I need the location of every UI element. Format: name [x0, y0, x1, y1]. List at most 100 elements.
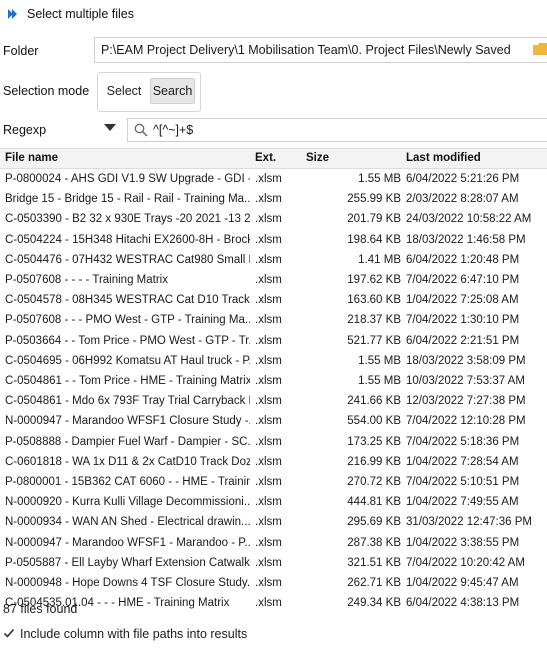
- file-name-cell: P-0508888 - Dampier Fuel Warf - Dampier …: [5, 435, 250, 448]
- table-row[interactable]: P-0508888 - Dampier Fuel Warf - Dampier …: [0, 433, 547, 453]
- size-cell: 444.81 KB: [347, 496, 401, 509]
- folder-path[interactable]: P:\EAM Project Delivery\1 Mobilisation T…: [101, 43, 511, 57]
- last-modified-cell: 1/04/2022 9:45:47 AM: [406, 577, 519, 589]
- table-header: File name Ext. Size Last modified: [0, 148, 547, 169]
- last-modified-cell: 6/04/2022 4:38:13 PM: [406, 597, 520, 610]
- ext-cell: .xlsm: [255, 476, 282, 488]
- last-modified-cell: 1/04/2022 7:25:08 AM: [406, 294, 519, 307]
- folder-field[interactable]: P:\EAM Project Delivery\1 Mobilisation T…: [94, 37, 547, 63]
- ext-cell: .xlsm: [255, 496, 282, 509]
- table-row[interactable]: P-0507608 - - - PMO West - GTP - Trainin…: [0, 311, 547, 331]
- size-cell: 1.55 MB: [358, 173, 401, 185]
- ext-cell: .xlsm: [255, 415, 282, 428]
- ext-cell: .xlsm: [255, 314, 282, 327]
- column-header-size[interactable]: Size: [306, 152, 329, 164]
- ext-cell: .xlsm: [255, 516, 282, 529]
- last-modified-cell: 1/04/2022 3:38:55 PM: [406, 536, 520, 549]
- selection-mode-label: Selection mode: [3, 84, 90, 98]
- include-paths-label[interactable]: Include column with file paths into resu…: [20, 627, 247, 641]
- size-cell: 287.38 KB: [347, 536, 401, 549]
- table-row[interactable]: P-0505887 - Ell Layby Wharf Extension Ca…: [0, 554, 547, 574]
- ext-cell: .xlsm: [255, 435, 282, 448]
- size-cell: 216.99 KB: [347, 455, 401, 468]
- folder-icon[interactable]: [533, 43, 547, 55]
- ext-cell: .xlsm: [255, 274, 282, 286]
- window-title: Select multiple files: [27, 7, 134, 21]
- size-cell: 249.34 KB: [347, 597, 401, 610]
- table-row[interactable]: N-0000934 - WAN AN Shed - Electrical dra…: [0, 513, 547, 533]
- table-row[interactable]: C-0504578 - 08H345 WESTRAC Cat D10 Track…: [0, 291, 547, 311]
- table-row[interactable]: C-0504224 - 15H348 Hitachi EX2600-8H - B…: [0, 231, 547, 251]
- regexp-value[interactable]: ^[^~]+$: [153, 123, 193, 137]
- file-name-cell: N-0000920 - Kurra Kulli Village Decommis…: [5, 496, 250, 509]
- last-modified-cell: 7/04/2022 6:47:10 PM: [406, 274, 520, 286]
- size-cell: 1.55 MB: [358, 354, 401, 367]
- table-row[interactable]: C-0504861 - Mdo 6x 793F Tray Trial Carry…: [0, 392, 547, 412]
- last-modified-cell: 7/04/2022 12:10:28 PM: [406, 415, 526, 428]
- column-header-ext[interactable]: Ext.: [255, 152, 276, 164]
- file-name-cell: C-0504695 - 06H992 Komatsu AT Haul truck…: [5, 354, 250, 367]
- ext-cell: .xlsm: [255, 556, 282, 569]
- ext-cell: .xlsm: [255, 375, 282, 387]
- ext-cell: .xlsm: [255, 354, 282, 367]
- check-icon[interactable]: [3, 627, 15, 639]
- last-modified-cell: 7/04/2022 1:30:10 PM: [406, 314, 520, 327]
- size-cell: 163.60 KB: [347, 294, 401, 307]
- last-modified-cell: 31/03/2022 12:47:36 PM: [406, 516, 532, 529]
- size-cell: 198.64 KB: [347, 233, 401, 246]
- table-row[interactable]: C-0504695 - 06H992 Komatsu AT Haul truck…: [0, 352, 547, 372]
- size-cell: 521.77 KB: [347, 334, 401, 347]
- ext-cell: .xlsm: [255, 334, 282, 347]
- last-modified-cell: 6/04/2022 2:21:51 PM: [406, 334, 520, 347]
- table-row[interactable]: C-0504476 - 07H432 WESTRAC Cat980 Small …: [0, 251, 547, 271]
- file-name-cell: N-0000947 - Marandoo WFSF1 Closure Study…: [5, 415, 250, 428]
- table-row[interactable]: P-0800024 - AHS GDI V1.9 SW Upgrade - GD…: [0, 170, 547, 190]
- table-row[interactable]: P-0503664 - - Tom Price - PMO West - GTP…: [0, 332, 547, 352]
- column-header-file-name[interactable]: File name: [5, 152, 58, 164]
- file-name-cell: C-0504224 - 15H348 Hitachi EX2600-8H - B…: [5, 233, 250, 246]
- file-name-cell: C-0504861 - Mdo 6x 793F Tray Trial Carry…: [5, 395, 250, 408]
- last-modified-cell: 10/03/2022 7:53:37 AM: [406, 375, 525, 387]
- size-cell: 173.25 KB: [347, 435, 401, 448]
- file-name-cell: Bridge 15 - Bridge 15 - Rail - Rail - Tr…: [5, 193, 250, 206]
- last-modified-cell: 6/04/2022 5:21:26 PM: [406, 173, 520, 185]
- chevron-down-icon[interactable]: [104, 124, 116, 131]
- size-cell: 197.62 KB: [347, 274, 401, 286]
- ext-cell: .xlsm: [255, 455, 282, 468]
- search-mode-button[interactable]: Search: [150, 78, 195, 104]
- last-modified-cell: 18/03/2022 3:58:09 PM: [406, 354, 526, 367]
- column-header-last-modified[interactable]: Last modified: [406, 152, 481, 164]
- file-name-cell: C-0504861 - - Tom Price - HME - Training…: [5, 375, 250, 387]
- table-row[interactable]: C-0504861 - - Tom Price - HME - Training…: [0, 372, 547, 392]
- ext-cell: .xlsm: [255, 173, 282, 185]
- size-cell: 295.69 KB: [347, 516, 401, 529]
- folder-label: Folder: [3, 44, 39, 58]
- table-row[interactable]: N-0000920 - Kurra Kulli Village Decommis…: [0, 493, 547, 513]
- table-row[interactable]: P-0800001 - 15B362 CAT 6060 - - HME - Tr…: [0, 473, 547, 493]
- size-cell: 1.41 MB: [358, 253, 401, 266]
- ext-cell: .xlsm: [255, 577, 282, 589]
- file-name-cell: C-0504476 - 07H432 WESTRAC Cat980 Small …: [5, 253, 250, 266]
- selection-mode-toggle: Select Search: [97, 72, 201, 112]
- file-name-cell: P-0505887 - Ell Layby Wharf Extension Ca…: [5, 556, 250, 569]
- select-mode-button[interactable]: Select: [102, 78, 146, 104]
- table-row[interactable]: N-0000947 - Marandoo WFSF1 Closure Study…: [0, 412, 547, 432]
- table-row[interactable]: P-0507608 - - - - Training Matrix .xlsm 19…: [0, 271, 547, 291]
- size-cell: 1.55 MB: [358, 375, 401, 387]
- table-row[interactable]: N-0000947 - Marandoo WFSF1 - Marandoo - …: [0, 534, 547, 554]
- table-row[interactable]: C-0503390 - B2 32 x 930E Trays -20 2021 …: [0, 210, 547, 230]
- table-row[interactable]: C-0601818 - WA 1x D11 & 2x CatD10 Track …: [0, 453, 547, 473]
- search-icon: [134, 123, 148, 137]
- last-modified-cell: 18/03/2022 1:46:58 PM: [406, 233, 526, 246]
- last-modified-cell: 7/04/2022 5:18:36 PM: [406, 435, 520, 448]
- file-name-cell: C-0601818 - WA 1x D11 & 2x CatD10 Track …: [5, 455, 250, 468]
- file-name-cell: C-0503390 - B2 32 x 930E Trays -20 2021 …: [5, 213, 250, 226]
- table-row[interactable]: Bridge 15 - Bridge 15 - Rail - Rail - Tr…: [0, 190, 547, 210]
- ext-cell: .xlsm: [255, 213, 282, 226]
- table-row[interactable]: N-0000948 - Hope Downs 4 TSF Closure Stu…: [0, 574, 547, 594]
- size-cell: 218.37 KB: [347, 314, 401, 327]
- file-name-cell: N-0000947 - Marandoo WFSF1 - Marandoo - …: [5, 536, 250, 549]
- table-row[interactable]: C-0504535.01.04 - - - HME - Training Mat…: [0, 594, 547, 614]
- last-modified-cell: 24/03/2022 10:58:22 AM: [406, 213, 532, 226]
- regexp-field[interactable]: ^[^~]+$: [127, 118, 547, 142]
